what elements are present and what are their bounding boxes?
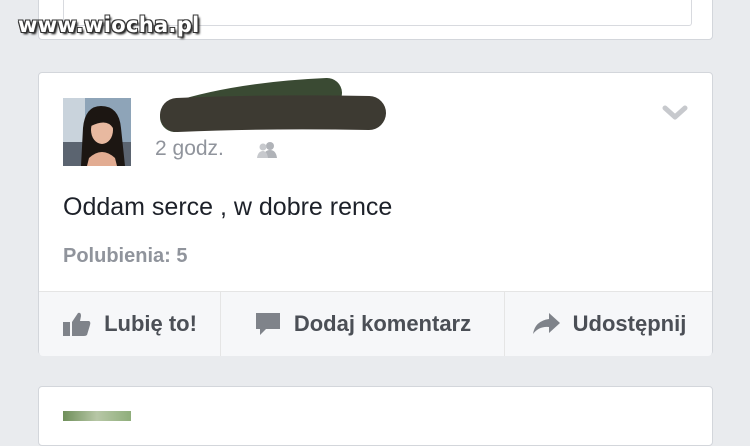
share-button[interactable]: Udostępnij — [504, 292, 712, 356]
next-post-card — [38, 386, 713, 446]
next-post-avatar[interactable] — [63, 411, 131, 421]
watermark: www.wiocha.pl — [18, 13, 200, 37]
share-label: Udostępnij — [572, 311, 687, 336]
comment-button[interactable]: Dodaj komentarz — [220, 292, 504, 356]
like-button[interactable]: Lubię to! — [39, 292, 220, 356]
post-text: Oddam serce , w dobre rence — [63, 193, 393, 221]
comment-label: Dodaj komentarz — [293, 311, 472, 336]
comment-icon — [255, 313, 280, 335]
post-card: 2 godz. Oddam serce , w dobre rence Polu… — [38, 72, 713, 356]
post-actions: Lubię to! Dodaj komentarz Udostępnij — [39, 291, 712, 356]
author-name-redaction — [160, 78, 386, 132]
likes-count[interactable]: Polubienia: 5 — [63, 245, 187, 268]
share-arrow-icon — [532, 313, 560, 334]
chevron-down-icon[interactable] — [662, 105, 688, 121]
like-label: Lubię to! — [104, 311, 197, 336]
friends-icon — [257, 142, 277, 158]
post-timestamp[interactable]: 2 godz. — [155, 137, 224, 161]
avatar[interactable] — [63, 98, 131, 166]
thumbs-up-icon — [63, 312, 91, 336]
